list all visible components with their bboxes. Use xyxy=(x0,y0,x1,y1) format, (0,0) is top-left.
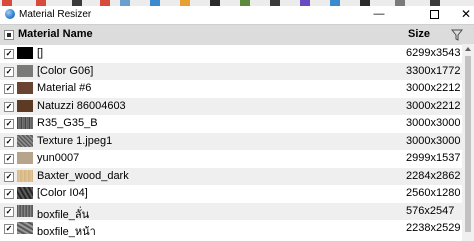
material-thumbnail xyxy=(17,134,33,147)
indeterminate-mark xyxy=(7,33,11,37)
close-button[interactable]: ✕ xyxy=(451,6,474,23)
table-row[interactable]: ✓ yun0007 2999x1537 xyxy=(0,150,462,168)
material-name: [Color G06] xyxy=(37,64,94,77)
material-name: boxfile_หน้า xyxy=(37,226,96,238)
column-header-material-name[interactable]: Material Name xyxy=(18,28,93,40)
material-name: yun0007 xyxy=(37,152,80,164)
row-checkbox[interactable]: ✓ xyxy=(4,206,14,217)
material-thumbnail xyxy=(17,204,33,217)
table-row[interactable]: ✓ R35_G35_B 3000x3000 xyxy=(0,115,462,133)
title-bar: Material Resizer — ✕ xyxy=(0,6,474,23)
material-size: 3000x2212 xyxy=(406,82,461,94)
row-checkbox[interactable]: ✓ xyxy=(4,101,14,112)
material-size: 3000x2212 xyxy=(406,99,461,112)
table-row[interactable]: ✓ Texture 1.jpeg1 3000x3000 xyxy=(0,132,462,150)
row-checkbox[interactable]: ✓ xyxy=(4,136,14,147)
material-size: 3000x3000 xyxy=(406,134,461,147)
material-thumbnail xyxy=(17,222,33,234)
material-name: Texture 1.jpeg1 xyxy=(37,134,113,147)
table-row[interactable]: ✓ Natuzzi 86004603 3000x2212 xyxy=(0,97,462,115)
material-size: 2238x2529 xyxy=(406,222,461,234)
table-header: Material Name Size xyxy=(0,24,474,45)
row-checkbox[interactable]: ✓ xyxy=(4,119,14,129)
material-name: R35_G35_B xyxy=(37,117,98,129)
material-size: 2284x2862 xyxy=(406,169,461,182)
material-thumbnail xyxy=(17,99,33,112)
maximize-button[interactable] xyxy=(419,6,449,23)
material-name: Natuzzi 86004603 xyxy=(37,99,126,112)
window-title: Material Resizer xyxy=(19,9,92,20)
table-row[interactable]: ✓ [] 6299x3543 xyxy=(0,45,462,63)
material-name: [] xyxy=(37,47,44,59)
material-thumbnail xyxy=(17,64,33,77)
material-thumbnail xyxy=(17,82,33,94)
row-checkbox[interactable]: ✓ xyxy=(4,224,14,234)
material-name: Baxter_wood_dark xyxy=(37,169,129,182)
table-row[interactable]: ✓ Material #6 3000x2212 xyxy=(0,80,462,98)
material-size: 576x2547 xyxy=(406,204,455,217)
table-row[interactable]: ✓ boxfile_หน้า 2238x2529 xyxy=(0,220,462,238)
minimize-button[interactable]: — xyxy=(364,6,394,23)
material-size: 3000x3000 xyxy=(406,117,461,129)
material-thumbnail xyxy=(17,152,33,164)
material-list: ✓ [] 6299x3543 ✓ [Color G06] 3300x1772 ✓ Materi… xyxy=(0,45,462,238)
maximize-icon xyxy=(429,9,439,19)
material-thumbnail xyxy=(17,47,33,59)
filter-icon[interactable] xyxy=(451,29,463,41)
vertical-scrollbar[interactable] xyxy=(462,44,474,241)
material-thumbnail xyxy=(17,169,33,182)
column-header-size[interactable]: Size xyxy=(408,28,430,40)
scroll-up-icon[interactable] xyxy=(465,47,471,51)
material-resizer-icon xyxy=(5,9,15,19)
row-checkbox[interactable]: ✓ xyxy=(4,49,14,59)
table-row[interactable]: ✓ boxfile_ลั่น 576x2547 xyxy=(0,202,462,221)
material-thumbnail xyxy=(17,187,33,199)
row-checkbox[interactable]: ✓ xyxy=(4,84,14,94)
table-row[interactable]: ✓ [Color I04] 2560x1280 xyxy=(0,185,462,203)
table-row[interactable]: ✓ [Color G06] 3300x1772 xyxy=(0,62,462,80)
material-size: 3300x1772 xyxy=(406,64,461,77)
material-name: [Color I04] xyxy=(37,187,88,199)
table-row[interactable]: ✓ Baxter_wood_dark 2284x2862 xyxy=(0,167,462,185)
material-name: Material #6 xyxy=(37,82,92,94)
scroll-thumb[interactable] xyxy=(465,56,471,232)
select-all-checkbox[interactable] xyxy=(4,30,14,40)
row-checkbox[interactable]: ✓ xyxy=(4,189,14,199)
material-size: 6299x3543 xyxy=(406,47,461,59)
material-size: 2560x1280 xyxy=(406,187,461,199)
row-checkbox[interactable]: ✓ xyxy=(4,66,14,77)
row-checkbox[interactable]: ✓ xyxy=(4,171,14,182)
material-size: 2999x1537 xyxy=(406,152,461,164)
row-checkbox[interactable]: ✓ xyxy=(4,154,14,164)
material-thumbnail xyxy=(17,117,33,129)
